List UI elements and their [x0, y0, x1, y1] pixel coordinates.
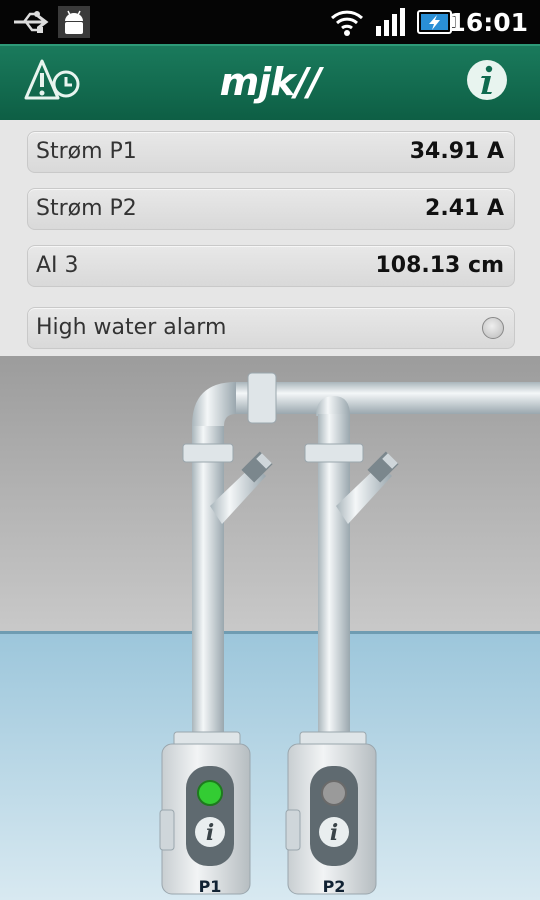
reading-label: Strøm P2 — [36, 196, 137, 221]
status-time: 16:01 — [448, 8, 528, 37]
status-bar: 16:01 — [0, 0, 540, 44]
svg-text:i: i — [330, 820, 338, 846]
pump-station-scene: i i P1 P2 — [0, 356, 540, 900]
wifi-icon — [330, 10, 364, 36]
reading-label: Strøm P1 — [36, 139, 137, 164]
svg-text:i: i — [206, 820, 214, 846]
usb-icon — [14, 11, 49, 33]
pump-p1[interactable] — [159, 731, 251, 895]
alarm-label: High water alarm — [36, 315, 227, 340]
app-header: mjk// — [0, 44, 540, 122]
app-logo: mjk// — [219, 60, 322, 104]
reading-row-p1[interactable]: Strøm P1 34.91 A — [27, 131, 515, 173]
info-icon[interactable] — [465, 58, 509, 102]
pump-p1-label: P1 — [198, 877, 222, 896]
android-icon — [58, 6, 90, 38]
pump-p1-status-led — [197, 780, 223, 806]
reading-value: 2.41 A — [425, 196, 504, 221]
reading-row-ai3[interactable]: AI 3 108.13 cm — [27, 245, 515, 287]
pump-p2[interactable] — [285, 731, 377, 895]
pump-p2-status-led — [321, 780, 347, 806]
reading-value: 34.91 A — [409, 139, 504, 164]
pump-station-illustration: i i — [0, 356, 540, 900]
pump-p2-label: P2 — [322, 877, 346, 896]
alarm-row[interactable]: High water alarm — [27, 307, 515, 349]
pump-p1-info-icon[interactable]: i — [195, 817, 225, 847]
reading-label: AI 3 — [36, 253, 79, 278]
readings-panel: Strøm P1 34.91 A Strøm P2 2.41 A AI 3 10… — [0, 120, 540, 358]
alarm-clock-warning-icon[interactable] — [24, 58, 84, 104]
pump-p2-info-icon[interactable]: i — [319, 817, 349, 847]
signal-icon — [376, 8, 405, 36]
alarm-indicator-led — [482, 317, 504, 339]
reading-row-p2[interactable]: Strøm P2 2.41 A — [27, 188, 515, 230]
reading-value: 108.13 cm — [375, 253, 504, 278]
